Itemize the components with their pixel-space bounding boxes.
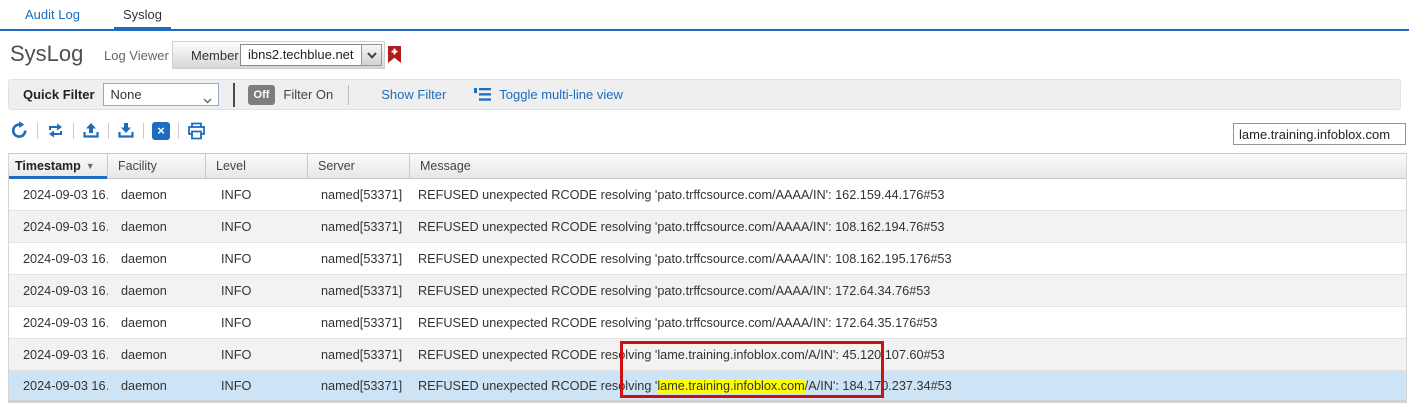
message-cell: REFUSED unexpected RCODE resolving 'pato…: [410, 220, 1406, 234]
filter-toggle-button[interactable]: Off: [248, 85, 276, 105]
column-header-level[interactable]: Level: [206, 154, 308, 178]
member-dropdown-button[interactable]: [361, 44, 382, 66]
table-row[interactable]: 2024-09-03 16… daemon INFO named[53371] …: [9, 307, 1406, 339]
member-widget: Member ibns2.techblue.net: [172, 41, 385, 69]
divider: [143, 123, 144, 139]
facility-cell: daemon: [108, 220, 206, 234]
quick-filter-value: None: [111, 87, 142, 102]
wrap-toggle-icon[interactable]: [46, 123, 65, 138]
toolbar: ×: [0, 112, 1409, 153]
divider: [73, 123, 74, 139]
column-header-facility[interactable]: Facility: [108, 154, 206, 178]
search-match-highlight: lame.training.infoblox.com: [657, 379, 804, 393]
divider: [108, 123, 109, 139]
level-cell: INFO: [206, 348, 308, 362]
table-row[interactable]: 2024-09-03 16… daemon INFO named[53371] …: [9, 211, 1406, 243]
facility-cell: daemon: [108, 348, 206, 362]
table-row[interactable]: 2024-09-03 16… daemon INFO named[53371] …: [9, 339, 1406, 371]
search-input[interactable]: [1233, 123, 1406, 145]
sort-descending-icon: ▼: [86, 161, 95, 171]
column-header-server[interactable]: Server: [308, 154, 410, 178]
syslog-table: Timestamp ▼ Facility Level Server Messag…: [8, 153, 1407, 403]
server-cell: named[53371]: [308, 348, 410, 362]
toggle-multiline-link[interactable]: Toggle multi-line view: [499, 87, 623, 102]
chevron-down-icon: [203, 92, 212, 107]
timestamp-cell: 2024-09-03 16…: [9, 379, 108, 393]
tab-syslog[interactable]: Syslog: [123, 0, 162, 29]
table-row-selected[interactable]: 2024-09-03 16… daemon INFO named[53371] …: [9, 371, 1406, 403]
page-title: SysLog: [10, 41, 83, 67]
server-cell: named[53371]: [308, 379, 410, 393]
timestamp-cell: 2024-09-03 16…: [9, 316, 108, 330]
facility-cell: daemon: [108, 188, 206, 202]
member-label: Member: [191, 48, 239, 63]
bookmark-add-icon[interactable]: [388, 46, 401, 63]
print-icon[interactable]: [187, 122, 206, 140]
column-header-message[interactable]: Message: [410, 154, 1406, 178]
facility-cell: daemon: [108, 316, 206, 330]
upload-icon[interactable]: [82, 122, 100, 139]
server-cell: named[53371]: [308, 220, 410, 234]
message-cell: REFUSED unexpected RCODE resolving 'lame…: [410, 379, 1406, 393]
server-cell: named[53371]: [308, 188, 410, 202]
quick-filter-label: Quick Filter: [23, 87, 95, 102]
timestamp-cell: 2024-09-03 16…: [9, 252, 108, 266]
divider: [37, 123, 38, 139]
message-cell: REFUSED unexpected RCODE resolving 'lame…: [410, 348, 1406, 362]
facility-cell: daemon: [108, 252, 206, 266]
message-cell: REFUSED unexpected RCODE resolving 'pato…: [410, 284, 1406, 298]
member-combobox[interactable]: ibns2.techblue.net: [240, 44, 363, 66]
level-cell: INFO: [206, 252, 308, 266]
column-label: Timestamp: [15, 159, 81, 173]
log-viewer-label: Log Viewer: [104, 48, 169, 63]
quick-filter-select[interactable]: None: [103, 83, 219, 106]
timestamp-cell: 2024-09-03 16…: [9, 284, 108, 298]
level-cell: INFO: [206, 379, 308, 393]
timestamp-cell: 2024-09-03 16…: [9, 348, 108, 362]
level-cell: INFO: [206, 188, 308, 202]
level-cell: INFO: [206, 316, 308, 330]
show-filter-link[interactable]: Show Filter: [381, 87, 446, 102]
multi-line-view-icon[interactable]: [474, 88, 491, 101]
table-row[interactable]: 2024-09-03 16… daemon INFO named[53371] …: [9, 179, 1406, 211]
filter-on-label: Filter On: [283, 87, 333, 102]
level-cell: INFO: [206, 220, 308, 234]
timestamp-cell: 2024-09-03 16…: [9, 220, 108, 234]
message-cell: REFUSED unexpected RCODE resolving 'pato…: [410, 188, 1406, 202]
tab-bar: Audit Log Syslog: [0, 0, 1409, 31]
tab-audit-log[interactable]: Audit Log: [25, 0, 80, 29]
message-cell: REFUSED unexpected RCODE resolving 'pato…: [410, 316, 1406, 330]
table-row[interactable]: 2024-09-03 16… daemon INFO named[53371] …: [9, 275, 1406, 307]
refresh-icon[interactable]: [10, 121, 29, 140]
message-text: /A/IN': 184.170.237.34#53: [805, 379, 952, 393]
server-cell: named[53371]: [308, 316, 410, 330]
message-text: REFUSED unexpected RCODE resolving ': [418, 379, 657, 393]
level-cell: INFO: [206, 284, 308, 298]
clear-icon[interactable]: ×: [152, 122, 170, 140]
divider: [178, 123, 179, 139]
divider: [233, 83, 235, 107]
page-header: SysLog Log Viewer Member ibns2.techblue.…: [0, 33, 1409, 77]
divider: [348, 85, 349, 105]
timestamp-cell: 2024-09-03 16…: [9, 188, 108, 202]
quick-filter-panel: Quick Filter None Off Filter On Show Fil…: [8, 79, 1401, 110]
chevron-down-icon: [367, 46, 377, 64]
table-row[interactable]: 2024-09-03 16… daemon INFO named[53371] …: [9, 243, 1406, 275]
server-cell: named[53371]: [308, 284, 410, 298]
table-header: Timestamp ▼ Facility Level Server Messag…: [9, 153, 1406, 179]
message-cell: REFUSED unexpected RCODE resolving 'pato…: [410, 252, 1406, 266]
facility-cell: daemon: [108, 379, 206, 393]
column-header-timestamp[interactable]: Timestamp ▼: [9, 154, 108, 178]
download-icon[interactable]: [117, 122, 135, 139]
facility-cell: daemon: [108, 284, 206, 298]
server-cell: named[53371]: [308, 252, 410, 266]
